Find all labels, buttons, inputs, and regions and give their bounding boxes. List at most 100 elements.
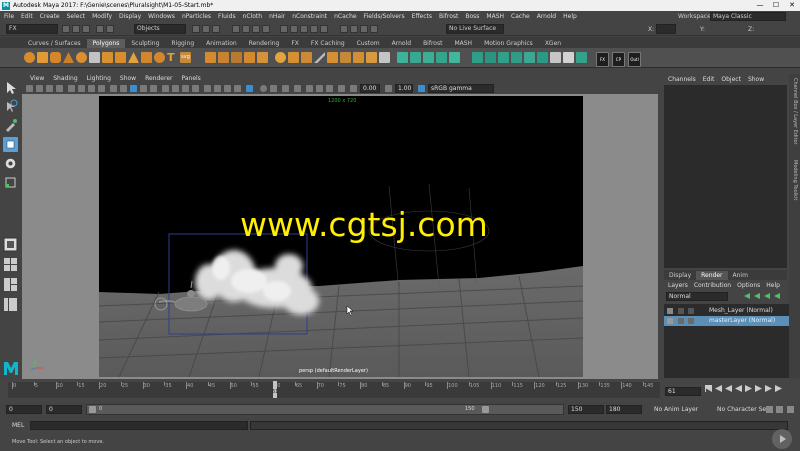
mask-uv-icon[interactable]: [262, 25, 270, 33]
tab-fx-caching[interactable]: FX Caching: [305, 39, 351, 48]
move-layer-up-icon[interactable]: [744, 293, 750, 299]
menu-mash[interactable]: MASH: [486, 13, 504, 20]
select-object-icon[interactable]: [202, 25, 210, 33]
film-gate-icon[interactable]: [78, 85, 85, 92]
anim-layer-label[interactable]: No Anim Layer: [654, 406, 698, 413]
color-picker-icon[interactable]: [294, 85, 301, 92]
poly-cube-icon[interactable]: [37, 52, 48, 63]
tab-rendering[interactable]: Rendering: [243, 39, 286, 48]
bevel-icon[interactable]: [301, 52, 312, 63]
insert-edge-loop-icon[interactable]: [379, 52, 390, 63]
cylindrical-uv-icon[interactable]: [410, 52, 421, 63]
coord-x-field[interactable]: [656, 24, 676, 34]
view-transform-toggle-icon[interactable]: [418, 85, 425, 92]
grid-toggle-icon[interactable]: [68, 85, 75, 92]
wireframe-icon[interactable]: [110, 85, 117, 92]
open-scene-icon[interactable]: [72, 25, 80, 33]
menu-create[interactable]: Create: [40, 13, 60, 20]
shelf-tool-7-icon[interactable]: [550, 52, 561, 63]
menu-effects[interactable]: Effects: [412, 13, 432, 20]
poly-type-icon[interactable]: T: [167, 52, 178, 63]
uv-editor-icon[interactable]: [449, 52, 460, 63]
menu-arnold[interactable]: Arnold: [537, 13, 556, 20]
tab-mash[interactable]: MASH: [448, 39, 478, 48]
viewport-menu-show[interactable]: Show: [120, 75, 136, 82]
minimize-button[interactable]: —: [752, 0, 768, 11]
new-scene-icon[interactable]: [82, 25, 90, 33]
viewport-render-gate[interactable]: www.cgtsj.com 1200 x 720 persp (defaultR…: [99, 96, 583, 377]
tab-fx[interactable]: FX: [285, 39, 305, 48]
layer-tab-anim[interactable]: Anim: [728, 271, 753, 280]
auto-key-icon[interactable]: [776, 406, 783, 413]
render-frame-icon[interactable]: [350, 25, 358, 33]
xray-components-icon[interactable]: [234, 85, 241, 92]
extract-icon[interactable]: [366, 52, 377, 63]
blend-mode-dropdown[interactable]: Normal: [666, 292, 728, 301]
shelf-tool-1-icon[interactable]: [472, 52, 483, 63]
tab-custom[interactable]: Custom: [351, 39, 386, 48]
menu-nparticles[interactable]: nParticles: [182, 13, 211, 20]
channel-mode-icon[interactable]: [326, 85, 333, 92]
use-lights-icon[interactable]: [140, 85, 147, 92]
menu-nconstraint[interactable]: nConstraint: [292, 13, 327, 20]
menu-modify[interactable]: Modify: [92, 13, 112, 20]
menu-cache[interactable]: Cache: [511, 13, 530, 20]
mask-vertex-icon[interactable]: [232, 25, 240, 33]
menu-boss[interactable]: Boss: [465, 13, 479, 20]
screen-space-ao-icon[interactable]: [162, 85, 169, 92]
layer-menu-options[interactable]: Options: [737, 282, 760, 289]
select-component-icon[interactable]: [212, 25, 220, 33]
command-input[interactable]: [30, 421, 248, 430]
step-back-key-icon[interactable]: [715, 385, 722, 392]
channel-menu-show[interactable]: Show: [748, 76, 764, 83]
viewport-menu-lighting[interactable]: Lighting: [87, 75, 111, 82]
exposure-icon[interactable]: [260, 85, 267, 92]
extrude-icon[interactable]: [275, 52, 286, 63]
play-backward-icon[interactable]: [735, 385, 742, 392]
menu-windows[interactable]: Windows: [148, 13, 175, 20]
fx-shelf-button[interactable]: FX: [596, 52, 609, 67]
new-layer-selected-icon[interactable]: [774, 293, 780, 299]
separate-icon[interactable]: [218, 52, 229, 63]
shelf-tool-6-icon[interactable]: [537, 52, 548, 63]
character-set-icon[interactable]: [766, 406, 773, 413]
tab-curves-surfaces[interactable]: Curves / Surfaces: [22, 39, 87, 48]
gamma-field[interactable]: 1.00: [395, 84, 413, 93]
gamma-icon[interactable]: [270, 85, 277, 92]
select-tool-icon[interactable]: [3, 80, 18, 95]
poly-disc-icon[interactable]: [102, 52, 113, 63]
close-button[interactable]: ✕: [784, 0, 800, 11]
snap-view-icon[interactable]: [310, 25, 318, 33]
xray-icon[interactable]: [214, 85, 221, 92]
exposure-field[interactable]: 0.00: [360, 84, 380, 93]
hud-icon[interactable]: [338, 85, 345, 92]
color-space-dropdown[interactable]: sRGB gamma: [428, 84, 494, 93]
outliner-shelf-button[interactable]: Outl: [628, 52, 641, 67]
menu-select[interactable]: Select: [67, 13, 86, 20]
current-frame-field[interactable]: 61: [665, 387, 701, 396]
render-toggle-icon[interactable]: [667, 318, 673, 324]
mel-label[interactable]: MEL: [12, 422, 24, 429]
shelf-tool-8-icon[interactable]: [563, 52, 574, 63]
layer-tab-render[interactable]: Render: [696, 270, 728, 280]
poly-cylinder-icon[interactable]: [50, 52, 61, 63]
rotate-tool-icon[interactable]: [3, 156, 18, 171]
character-set-label[interactable]: No Character Set: [717, 406, 768, 413]
automatic-uv-icon[interactable]: [436, 52, 447, 63]
menu-display[interactable]: Display: [119, 13, 141, 20]
image-plane-icon[interactable]: [56, 85, 63, 92]
target-weld-icon[interactable]: [327, 52, 338, 63]
viewport-menu-shading[interactable]: Shading: [53, 75, 77, 82]
poly-pipe-icon[interactable]: [141, 52, 152, 63]
viewport-menu-view[interactable]: View: [30, 75, 44, 82]
animation-preferences-icon[interactable]: [787, 406, 794, 413]
select-camera-icon[interactable]: [26, 85, 33, 92]
gamma-reset-icon[interactable]: [385, 85, 392, 92]
smooth-shade-icon[interactable]: [120, 85, 127, 92]
quad-draw-icon[interactable]: [353, 52, 364, 63]
play-forward-icon[interactable]: [745, 385, 752, 392]
layer-toggle-icon[interactable]: [678, 308, 684, 314]
step-back-frame-icon[interactable]: [725, 385, 732, 392]
exposure-reset-icon[interactable]: [350, 85, 357, 92]
menu-ncache[interactable]: nCache: [334, 13, 356, 20]
